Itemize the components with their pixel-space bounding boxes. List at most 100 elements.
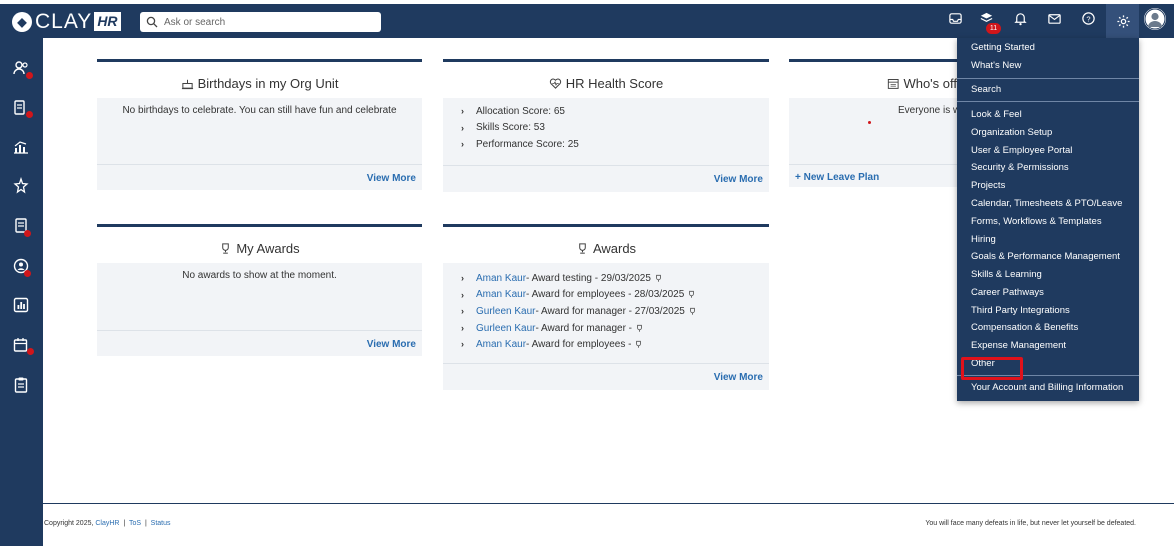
new-leave-plan-link[interactable]: + New Leave Plan [795,172,879,183]
footer-separator: | [144,520,147,527]
menu-hiring[interactable]: Hiring [971,234,996,246]
user-avatar[interactable] [1144,8,1166,30]
health-score-item: › Performance Score: 25 [461,138,579,150]
menu-goals-performance[interactable]: Goals & Performance Management [971,251,1120,263]
birthdays-card: Birthdays in my Org Unit No birthdays to… [97,59,422,190]
footer-divider [43,503,1174,504]
clayhr-logo[interactable]: ◆ CLAY HR [12,11,121,32]
menu-compensation-benefits[interactable]: Compensation & Benefits [971,322,1078,334]
trophy-icon [222,243,230,254]
tos-link[interactable]: ToS [129,520,141,527]
menu-whats-new[interactable]: What's New [971,60,1021,72]
award-employee-link[interactable]: Aman Kaur [476,339,526,350]
award-detail: - Award for employees - 28/03/2025 [526,289,685,301]
awards-card-body: › Aman Kaur - Award testing - 29/03/2025 ›… [443,263,769,363]
my-awards-empty-message: No awards to show at the moment. [182,270,337,281]
birthdays-empty-message: No birthdays to celebrate. You can still… [122,105,397,116]
footer-quote: You will face many defeats in life, but … [925,520,1136,527]
award-detail: - Award for manager - [535,322,633,334]
search-input[interactable] [164,16,364,28]
award-detail: - Award for employees - [526,339,632,351]
menu-security-permissions[interactable]: Security & Permissions [971,162,1069,174]
award-list-item: › Gurleen Kaur - Award for manager - 27/03… [443,303,769,320]
my-awards-view-more-link[interactable]: View More [367,339,416,350]
company-link[interactable]: ClayHR [95,520,119,527]
trophy-icon [689,291,695,299]
goals-icon[interactable] [12,176,30,195]
award-employee-link[interactable]: Aman Kaur [476,289,526,300]
help-icon[interactable]: ? [1077,7,1099,29]
menu-third-party-integrations[interactable]: Third Party Integrations [971,305,1070,317]
menu-look-and-feel[interactable]: Look & Feel [971,109,1022,121]
menu-expense-management[interactable]: Expense Management [971,340,1066,352]
whos-off-message: Everyone is w [898,105,957,116]
trophy-icon [656,274,661,282]
health-score-item: › Skills Score: 53 [461,122,545,134]
awards-view-more-link[interactable]: View More [714,372,763,383]
search-box[interactable] [140,12,381,32]
inbox-icon[interactable] [944,7,966,29]
menu-projects[interactable]: Projects [971,180,1005,192]
whos-off-card-title: Who's off [903,76,957,91]
health-score-item: › Allocation Score: 65 [461,105,565,117]
reports-icon[interactable] [12,296,30,314]
awards-card-header: Awards [443,241,769,256]
menu-account-billing[interactable]: Your Account and Billing Information [971,382,1123,394]
menu-skills-learning[interactable]: Skills & Learning [971,269,1042,281]
settings-button[interactable] [1106,4,1139,38]
notification-count-badge: 11 [986,23,1001,34]
menu-career-pathways[interactable]: Career Pathways [971,287,1044,299]
birthdays-view-more-link[interactable]: View More [367,173,416,184]
menu-organization-setup[interactable]: Organization Setup [971,127,1052,139]
whos-off-card-header: Who's off [789,76,957,91]
whos-off-card: Who's off Everyone is w + New Leave Plan [789,59,957,187]
trophy-icon [636,341,642,348]
portal-alert-dot [24,270,31,277]
search-icon [146,16,158,28]
bell-icon[interactable] [1009,7,1031,29]
awards-card-title: Awards [592,241,637,256]
svg-text:?: ? [1086,14,1090,23]
birthdays-card-header: Birthdays in my Org Unit [97,76,422,91]
trophy-icon [689,307,695,315]
menu-calendar-timesheets-pto[interactable]: Calendar, Timesheets & PTO/Leave [971,198,1122,210]
menu-getting-started[interactable]: Getting Started [971,42,1035,54]
award-detail: - Award testing - 29/03/2025 [526,272,651,284]
menu-search[interactable]: Search [971,84,1001,96]
award-list-item: › Aman Kaur - Award for employees - 28/03/… [443,287,769,304]
awards-card-footer: View More [443,363,769,390]
skills-score: Skills Score: 53 [476,122,545,134]
analytics-icon[interactable] [12,138,30,156]
award-employee-link[interactable]: Gurleen Kaur [476,306,535,317]
people-alert-dot [26,72,33,79]
mail-icon[interactable] [1043,7,1065,29]
hr-health-card-title: HR Health Score [565,76,664,91]
award-employee-link[interactable]: Aman Kaur [476,273,526,284]
hr-health-card-body: › Allocation Score: 65 › Skills Score: 53 … [443,98,769,165]
award-detail: - Award for manager - 27/03/2025 [535,305,685,317]
hr-health-card-footer: View More [443,165,769,192]
whos-off-card-footer: + New Leave Plan [789,164,957,187]
settings-dropdown-menu: Getting Started What's New Search Look &… [957,38,1139,401]
my-awards-card-footer: View More [97,330,422,356]
gear-icon [1112,10,1134,32]
menu-user-employee-portal[interactable]: User & Employee Portal [971,145,1072,157]
copyright-text: Copyright 2025, [44,520,94,527]
menu-divider [957,101,1139,102]
heart-pulse-icon [549,78,561,89]
logo-suffix: HR [94,12,121,31]
trophy-icon [637,324,642,332]
award-employee-link[interactable]: Gurleen Kaur [476,323,535,334]
hr-health-card-header: HR Health Score [443,76,769,91]
status-link[interactable]: Status [151,520,171,527]
menu-forms-workflows-templates[interactable]: Forms, Workflows & Templates [971,216,1102,228]
my-awards-card-header: My Awards [97,241,422,256]
footer-left: Copyright 2025, ClayHR | ToS | Status [44,520,171,527]
my-awards-card-title: My Awards [236,241,300,256]
my-awards-card-body: No awards to show at the moment. [97,263,422,330]
awards-card: Awards › Aman Kaur - Award testing - 29/03… [443,224,769,390]
logo-text: CLAY [35,10,93,33]
hr-health-view-more-link[interactable]: View More [714,174,763,185]
birthdays-card-title: Birthdays in my Org Unit [197,76,339,91]
clipboard-icon[interactable] [12,376,30,394]
